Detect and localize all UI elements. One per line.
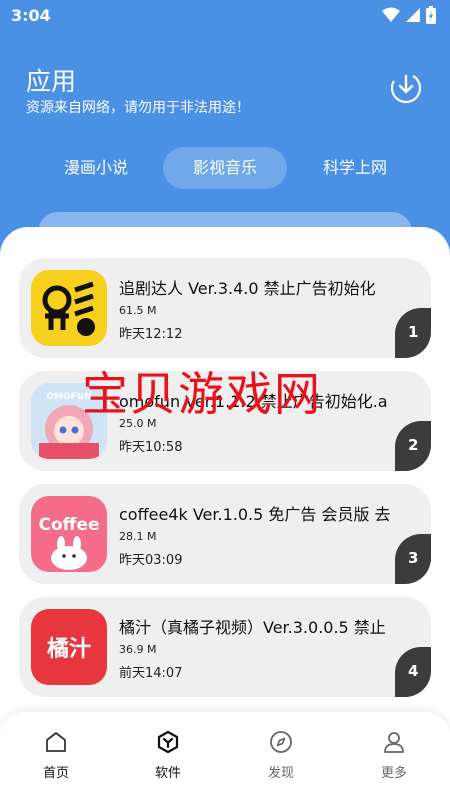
app-date: 昨天12:12 <box>119 327 183 342</box>
nav-home-label: 首页 <box>42 766 69 781</box>
bottom-navigation: 首页 软件 发现 更多 <box>0 712 450 800</box>
signal-icon <box>406 8 420 22</box>
app-date: 昨天03:09 <box>119 553 183 568</box>
battery-icon <box>426 6 436 24</box>
nav-software-label: 软件 <box>154 766 181 781</box>
status-time: 3:04 <box>11 6 51 25</box>
nav-software[interactable]: 软件 <box>133 730 203 781</box>
juzhi-app-icon: 橘汁 <box>31 609 107 685</box>
wifi-icon <box>382 7 400 22</box>
nav-discover-label: 发现 <box>267 766 294 781</box>
tab-video-music[interactable]: 影视音乐 <box>163 147 287 189</box>
download-icon[interactable] <box>388 70 424 106</box>
app-card[interactable]: Coffee coffee4k Ver.1.0.5 免广告 会员版 去 28.1… <box>19 484 431 584</box>
nav-home[interactable]: 首页 <box>21 730 91 781</box>
app-date: 前天14:07 <box>119 666 183 681</box>
svg-text:橘汁: 橘汁 <box>47 636 91 662</box>
software-icon <box>157 730 179 754</box>
person-icon <box>384 732 404 753</box>
rank-badge: 3 <box>395 534 431 584</box>
zhuiju-app-icon <box>31 270 107 346</box>
page-subtitle: 资源来自网络，请勿用于非法用途！ <box>26 100 250 116</box>
rank-badge: 1 <box>395 308 431 358</box>
page-title: 应用 <box>26 67 77 96</box>
watermark-text: 宝贝游戏网 <box>82 367 322 421</box>
nav-discover[interactable]: 发现 <box>246 730 316 781</box>
app-name: 追剧达人 Ver.3.4.0 禁止广告初始化 <box>119 279 376 298</box>
tab-comics-novels[interactable]: 漫画小说 <box>46 147 146 189</box>
app-size: 61.5 M <box>119 304 157 317</box>
rank-badge: 4 <box>395 647 431 697</box>
app-name: 橘汁（真橘子视频）Ver.3.0.0.5 禁止 <box>119 618 386 637</box>
rank-badge: 2 <box>395 421 431 471</box>
compass-icon <box>270 731 292 753</box>
status-bar: 3:04 <box>0 0 450 32</box>
app-size: 36.9 M <box>119 643 157 656</box>
category-tabs: 漫画小说 影视音乐 科学上网 <box>0 147 450 191</box>
nav-more[interactable]: 更多 <box>359 730 429 781</box>
app-size: 28.1 M <box>119 530 157 543</box>
app-name: coffee4k Ver.1.0.5 免广告 会员版 去 <box>119 505 391 524</box>
coffee4k-app-icon: Coffee <box>31 496 107 572</box>
app-card[interactable]: 橘汁 橘汁（真橘子视频）Ver.3.0.0.5 禁止 36.9 M 前天14:0… <box>19 597 431 697</box>
app-date: 昨天10:58 <box>119 440 183 455</box>
app-card[interactable]: 追剧达人 Ver.3.4.0 禁止广告初始化 61.5 M 昨天12:12 1 <box>19 258 431 358</box>
home-icon <box>46 732 66 752</box>
svg-text:Coffee: Coffee <box>39 515 100 535</box>
nav-more-label: 更多 <box>380 766 407 781</box>
tab-vpn[interactable]: 科学上网 <box>305 147 405 189</box>
